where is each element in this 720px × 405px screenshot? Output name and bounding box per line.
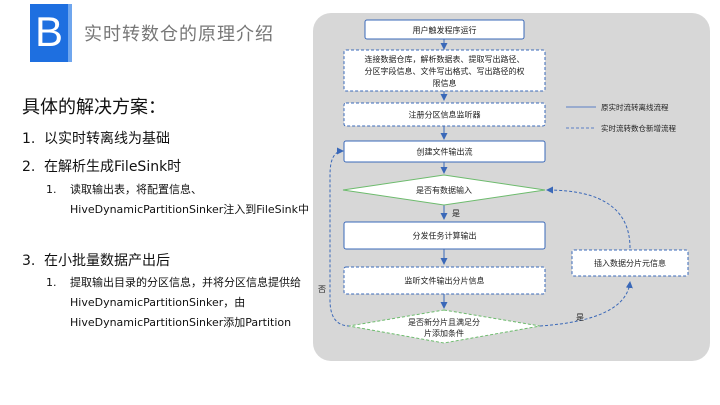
yes-label-1: 是 — [452, 209, 460, 218]
insert-meta-label: 插入数据分片元信息 — [594, 258, 666, 268]
dispatch-label: 分发任务计算输出 — [413, 231, 477, 241]
start-box: 用户触发程序运行 — [364, 19, 525, 40]
new-shard-decision: 是否新分片且满足分 片添加条件 — [348, 309, 541, 344]
new-shard-line-2: 片添加条件 — [424, 328, 464, 338]
register-label: 注册分区信息监听器 — [409, 110, 481, 120]
start-label: 用户触发程序运行 — [413, 25, 477, 35]
flowchart: 用户触发程序运行 连接数据仓库，解析数据表、提取写出路径、 分区字段信息、文件写… — [318, 19, 689, 344]
legend-solid-label: 原实时流转离线流程 — [601, 102, 669, 112]
monitor-shards-box: 监听文件输出分片信息 — [343, 266, 546, 295]
has-data-label: 是否有数据输入 — [416, 185, 472, 195]
legend-dashed-label: 实时流转数仓新增流程 — [601, 123, 676, 133]
register-listener-box: 注册分区信息监听器 — [343, 102, 546, 127]
legend: 原实时流转离线流程 实时流转数仓新增流程 — [566, 102, 676, 133]
yes-label-2: 是 — [576, 313, 584, 322]
no-label: 否 — [318, 285, 326, 294]
has-data-decision: 是否有数据输入 — [342, 174, 546, 206]
create-stream-box: 创建文件输出流 — [343, 140, 546, 163]
connect-line-3: 限信息 — [433, 78, 457, 88]
create-stream-label: 创建文件输出流 — [417, 147, 473, 157]
insert-meta-box: 插入数据分片元信息 — [571, 249, 689, 277]
connect-line-2: 分区字段信息、文件写出格式、写出路径的权 — [365, 66, 525, 76]
dispatch-box: 分发任务计算输出 — [343, 221, 546, 250]
connect-line-1: 连接数据仓库，解析数据表、提取写出路径、 — [365, 54, 525, 64]
new-shard-line-1: 是否新分片且满足分 — [408, 317, 480, 327]
connect-warehouse-box: 连接数据仓库，解析数据表、提取写出路径、 分区字段信息、文件写出格式、写出路径的… — [343, 49, 546, 92]
monitor-label: 监听文件输出分片信息 — [405, 276, 485, 286]
